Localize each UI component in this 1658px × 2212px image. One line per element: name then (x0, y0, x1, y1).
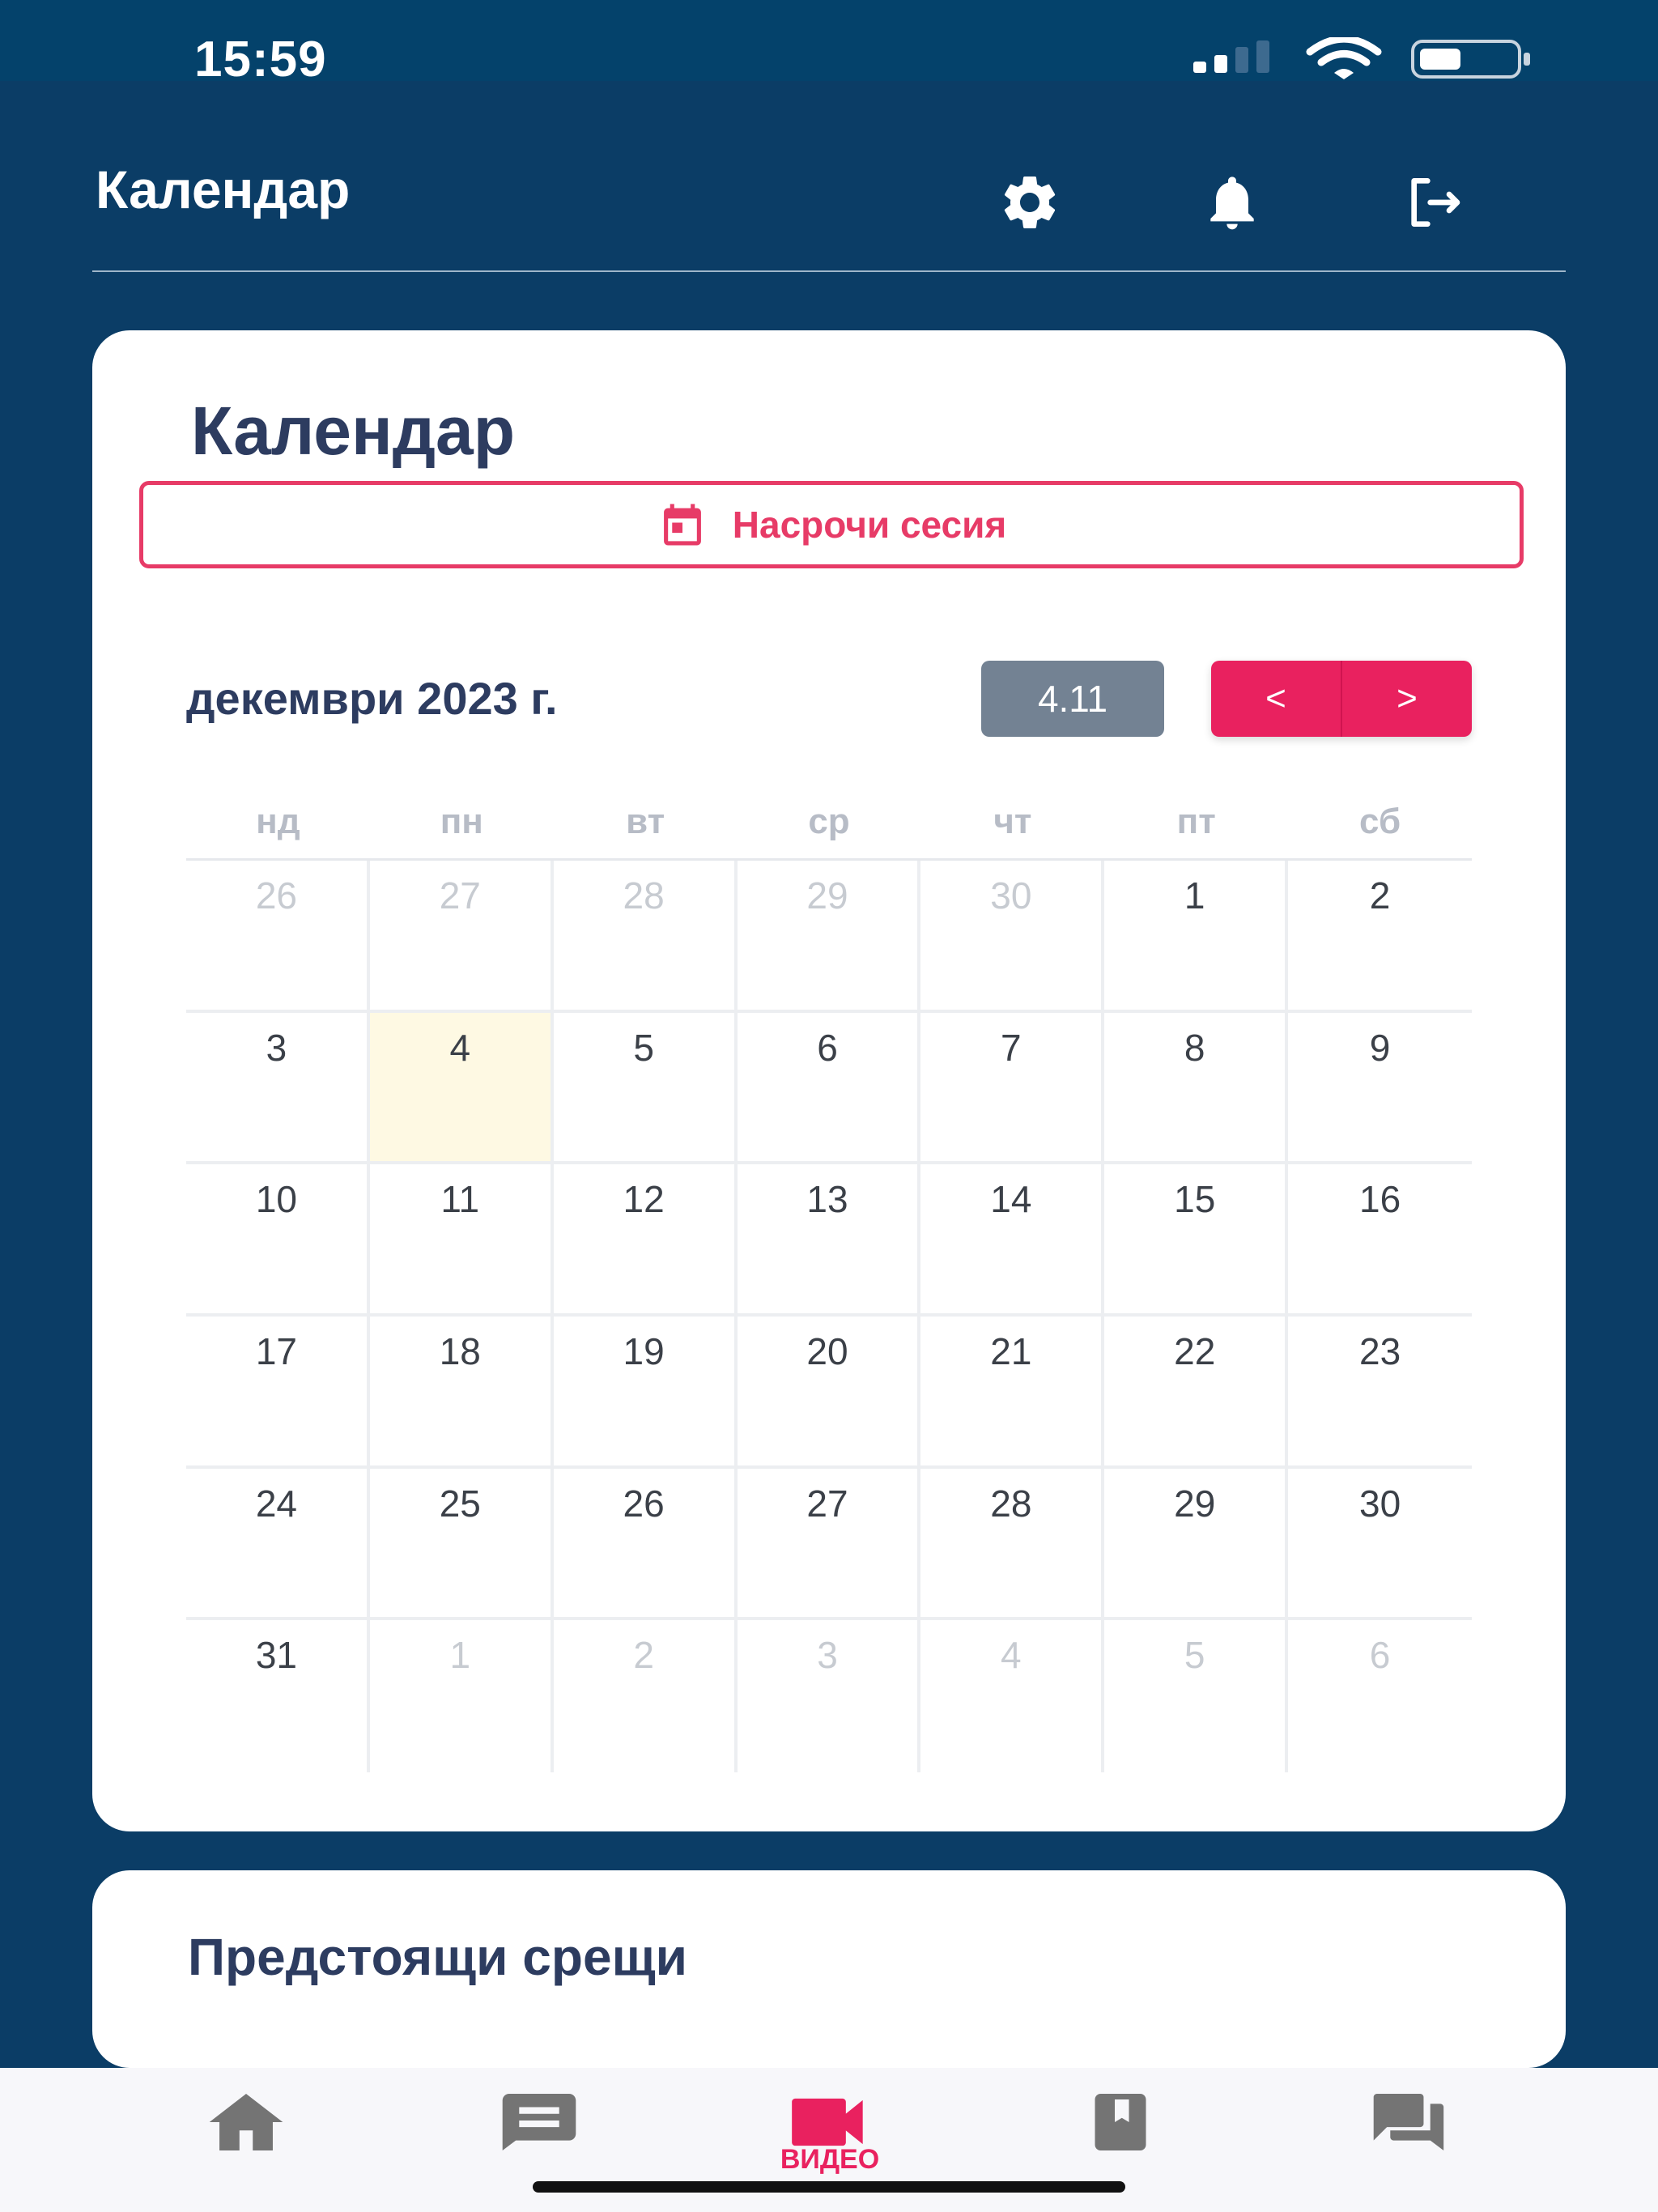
nav-library[interactable] (1072, 2094, 1169, 2150)
chat-icon (1373, 2094, 1444, 2150)
calendar-day-cell[interactable]: 26 (553, 1468, 738, 1621)
calendar-day-cell[interactable]: 17 (186, 1317, 370, 1469)
header-divider (92, 270, 1566, 272)
weekday-header: нд пн вт ср чт пт сб (186, 802, 1472, 861)
weekday-label: вт (626, 802, 665, 841)
nav-chat[interactable] (1362, 2094, 1459, 2150)
schedule-session-label: Насрочи сесия (732, 504, 1007, 546)
calendar-day-cell[interactable]: 11 (369, 1164, 554, 1317)
calendar-grid: 26 27 28 29 30 1 2 3 4 5 6 7 8 9 10 11 12 13 14 15 16 17 18 19 2… (186, 861, 1472, 1772)
schedule-session-button[interactable]: Насрочи сесия (139, 481, 1524, 568)
calendar-day-cell[interactable]: 10 (186, 1164, 370, 1317)
calendar-icon (663, 504, 701, 546)
nav-messages[interactable] (491, 2094, 588, 2150)
message-icon (502, 2094, 576, 2150)
bell-icon[interactable] (1200, 170, 1265, 235)
book-icon (1095, 2094, 1146, 2150)
calendar-day-cell[interactable]: 5 (1104, 1620, 1289, 1772)
logout-icon[interactable] (1401, 170, 1465, 235)
calendar-day-cell[interactable]: 13 (737, 1164, 921, 1317)
calendar-day-cell[interactable]: 28 (920, 1468, 1105, 1621)
calendar-day-cell[interactable]: 29 (1104, 1468, 1289, 1621)
calendar-day-cell[interactable]: 2 (1288, 861, 1472, 1013)
calendar-day-cell[interactable]: 4 (369, 1012, 554, 1165)
weekday-label: пн (440, 802, 483, 841)
calendar-day-cell[interactable]: 23 (1288, 1317, 1472, 1469)
calendar-day-cell[interactable]: 26 (186, 861, 370, 1013)
upcoming-meetings-title: Предстоящи срещи (188, 1928, 687, 1986)
calendar-day-cell[interactable]: 5 (553, 1012, 738, 1165)
prev-month-button[interactable]: < (1211, 661, 1341, 737)
calendar-day-cell[interactable]: 24 (186, 1468, 370, 1621)
calendar-day-cell[interactable]: 3 (738, 1620, 921, 1772)
home-icon (209, 2094, 283, 2150)
signal-icon (1193, 40, 1269, 73)
calendar-day-cell[interactable]: 22 (1104, 1317, 1289, 1469)
weekday-label: сб (1359, 802, 1401, 841)
nav-video[interactable] (780, 2094, 878, 2150)
calendar-day-cell[interactable]: 29 (737, 861, 921, 1013)
video-icon (792, 2098, 863, 2146)
calendar-day-cell[interactable]: 28 (553, 861, 738, 1013)
calendar-day-cell[interactable]: 27 (737, 1468, 921, 1621)
calendar-day-cell[interactable]: 30 (920, 861, 1105, 1013)
calendar-day-cell[interactable]: 16 (1288, 1164, 1472, 1317)
calendar-day-cell[interactable]: 15 (1104, 1164, 1289, 1317)
calendar-card-title: Календар (191, 393, 516, 469)
nav-video-label: ВИДЕО (780, 2144, 880, 2175)
home-indicator (533, 2181, 1125, 2193)
weekday-label: пт (1176, 802, 1216, 841)
weekday-label: чт (993, 802, 1032, 841)
calendar-day-cell[interactable]: 12 (553, 1164, 738, 1317)
month-nav: < > (1211, 661, 1472, 737)
month-label: декември 2023 г. (186, 673, 558, 724)
calendar-day-cell[interactable]: 6 (737, 1012, 921, 1165)
wifi-icon (1306, 37, 1382, 79)
next-month-button[interactable]: > (1341, 661, 1472, 737)
calendar-day-cell[interactable]: 4 (920, 1620, 1105, 1772)
calendar-day-cell[interactable]: 18 (369, 1317, 554, 1469)
battery-icon (1411, 40, 1530, 79)
weekday-label: нд (256, 802, 300, 841)
calendar-day-cell[interactable]: 27 (369, 861, 554, 1013)
calendar-day-cell[interactable]: 2 (554, 1620, 738, 1772)
calendar-day-cell[interactable]: 7 (920, 1012, 1105, 1165)
calendar-day-cell[interactable]: 20 (737, 1317, 921, 1469)
calendar-day-cell[interactable]: 9 (1288, 1013, 1472, 1165)
calendar-day-cell[interactable]: 1 (1104, 861, 1289, 1013)
today-button[interactable]: 4.11 (981, 661, 1164, 737)
app-title: Календар (96, 160, 351, 219)
calendar-day-cell[interactable]: 1 (370, 1620, 554, 1772)
calendar-day-cell[interactable]: 14 (920, 1164, 1105, 1317)
calendar-day-cell[interactable]: 19 (553, 1317, 738, 1469)
weekday-label: ср (808, 802, 850, 841)
calendar-day-cell[interactable]: 6 (1288, 1620, 1472, 1772)
calendar-day-cell[interactable]: 25 (369, 1468, 554, 1621)
calendar-day-cell[interactable]: 8 (1104, 1012, 1289, 1165)
calendar-day-cell[interactable]: 3 (186, 1012, 370, 1165)
calendar-day-cell[interactable]: 21 (920, 1317, 1105, 1469)
nav-home[interactable] (198, 2094, 295, 2150)
status-time: 15:59 (194, 32, 327, 87)
calendar-day-cell[interactable]: 31 (186, 1620, 370, 1772)
calendar-day-cell[interactable]: 30 (1288, 1469, 1472, 1621)
gear-icon[interactable] (997, 170, 1062, 235)
